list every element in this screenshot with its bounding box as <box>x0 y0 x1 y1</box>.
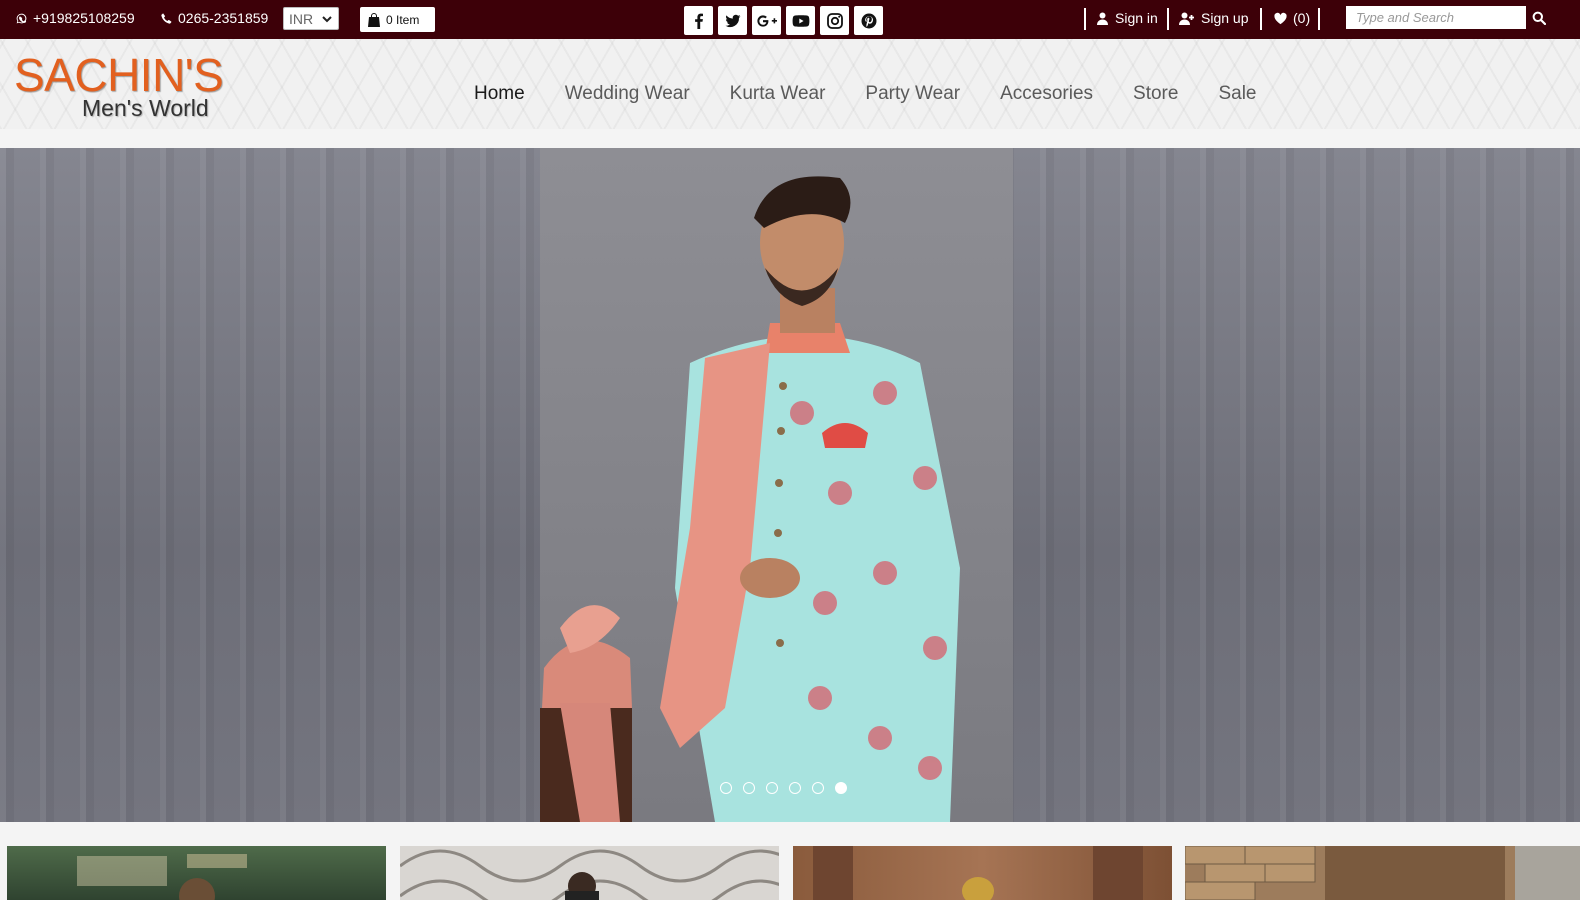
divider <box>1167 8 1169 30</box>
nav-wedding-wear[interactable]: Wedding Wear <box>565 83 690 105</box>
slider-dot-active[interactable] <box>835 782 847 794</box>
site-logo[interactable]: SACHIN'S Men's World <box>14 52 264 124</box>
category-thumbnails <box>7 846 1580 900</box>
search-input[interactable] <box>1346 6 1526 29</box>
twitter-icon <box>725 14 740 27</box>
slider-dots <box>720 782 847 794</box>
hero-slider[interactable] <box>0 148 1580 822</box>
main-nav: Home Wedding Wear Kurta Wear Party Wear … <box>474 83 1256 105</box>
category-image <box>813 846 1143 900</box>
category-image <box>400 849 779 900</box>
pinterest-icon <box>861 13 876 28</box>
signup-label: Sign up <box>1201 10 1249 26</box>
logo-line2: Men's World <box>82 95 209 121</box>
user-plus-icon <box>1179 12 1194 25</box>
facebook-icon <box>694 13 703 29</box>
instagram-link[interactable] <box>820 6 849 35</box>
category-thumb[interactable] <box>400 846 779 900</box>
google-plus-icon <box>756 14 777 27</box>
nav-kurta-wear[interactable]: Kurta Wear <box>730 83 826 105</box>
currency-select[interactable]: INR <box>283 7 339 30</box>
whatsapp-icon <box>16 13 27 23</box>
divider <box>1318 8 1320 30</box>
user-icon <box>1097 12 1108 25</box>
phone-number: 0265-2351859 <box>178 10 269 26</box>
category-image <box>1185 846 1580 900</box>
signup-link[interactable]: Sign up <box>1179 10 1248 26</box>
pinterest-link[interactable] <box>854 6 883 35</box>
slider-dot[interactable] <box>766 782 778 794</box>
cart-count: 0 Item <box>386 12 420 27</box>
currency-value: INR <box>289 10 314 27</box>
youtube-icon <box>792 14 809 27</box>
wishlist-count: (0) <box>1293 10 1311 26</box>
slider-dot[interactable] <box>812 782 824 794</box>
category-thumb[interactable] <box>1185 846 1580 900</box>
youtube-link[interactable] <box>786 6 815 35</box>
wishlist-link[interactable]: (0) <box>1274 10 1310 26</box>
divider <box>1260 8 1262 30</box>
slider-dot[interactable] <box>789 782 801 794</box>
shopping-bag-icon <box>368 12 380 27</box>
cart-button[interactable]: 0 Item <box>360 7 435 32</box>
logo-line1: SACHIN'S <box>14 49 224 101</box>
phone-icon <box>161 13 172 24</box>
signin-label: Sign in <box>1115 10 1158 26</box>
instagram-icon <box>826 12 843 29</box>
google-plus-link[interactable] <box>752 6 781 35</box>
category-thumb[interactable] <box>793 846 1172 900</box>
signin-link[interactable]: Sign in <box>1096 10 1158 26</box>
search-icon[interactable] <box>1532 11 1546 25</box>
whatsapp-contact[interactable]: +919825108259 <box>16 10 135 26</box>
facebook-link[interactable] <box>684 6 713 35</box>
site-header: SACHIN'S Men's World Home Wedding Wear K… <box>0 39 1580 129</box>
slider-dot[interactable] <box>720 782 732 794</box>
category-thumb[interactable] <box>7 846 386 900</box>
top-bar: +919825108259 0265-2351859 INR 0 Item Si… <box>0 0 1580 39</box>
nav-sale[interactable]: Sale <box>1218 83 1256 105</box>
nav-home[interactable]: Home <box>474 83 525 105</box>
phone-contact[interactable]: 0265-2351859 <box>161 10 268 26</box>
category-image <box>77 854 247 900</box>
nav-party-wear[interactable]: Party Wear <box>865 83 960 105</box>
nav-accesories[interactable]: Accesories <box>1000 83 1093 105</box>
whatsapp-number: +919825108259 <box>33 10 135 26</box>
hero-model-image <box>540 176 960 822</box>
heart-icon <box>1274 12 1287 24</box>
slider-dot[interactable] <box>743 782 755 794</box>
twitter-link[interactable] <box>718 6 747 35</box>
divider <box>1084 8 1086 30</box>
nav-store[interactable]: Store <box>1133 83 1178 105</box>
chevron-down-icon <box>322 15 332 22</box>
social-links <box>684 6 883 35</box>
